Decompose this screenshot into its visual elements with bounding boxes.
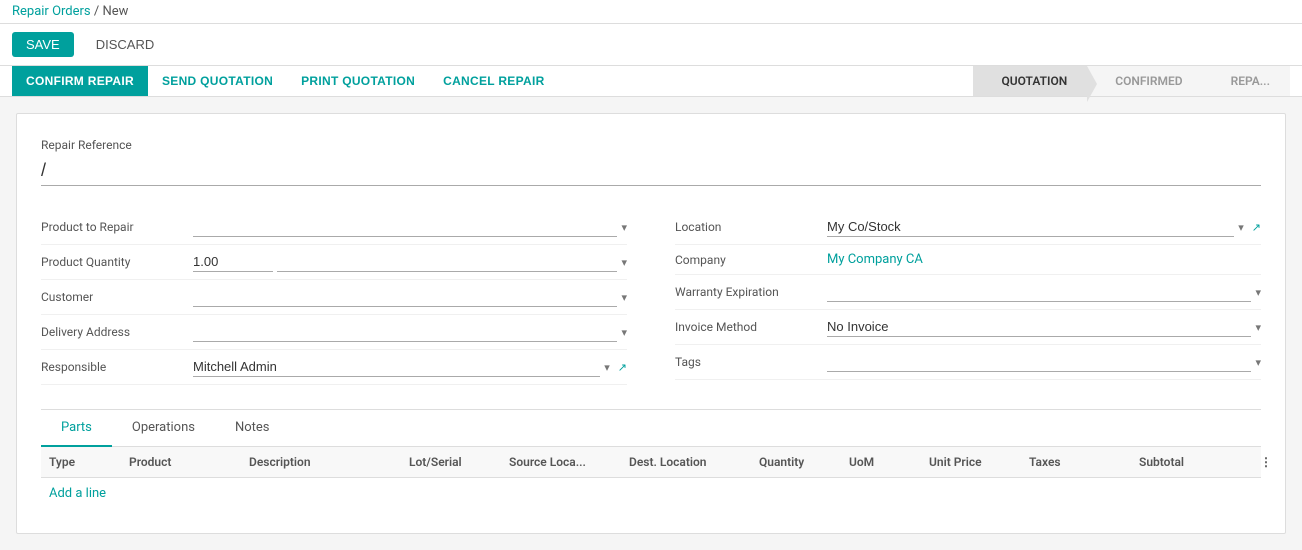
status-step-repair: REPA...: [1203, 66, 1290, 96]
product-quantity-group: Product Quantity ▾: [41, 245, 627, 280]
responsible-external-link-icon[interactable]: ↗: [618, 361, 627, 374]
responsible-group: Responsible ▾ ↗: [41, 350, 627, 385]
product-to-repair-chevron-icon[interactable]: ▾: [621, 221, 627, 234]
customer-group: Customer ▾: [41, 280, 627, 315]
invoice-method-label: Invoice Method: [675, 320, 815, 334]
company-value: My Company CA: [827, 252, 1261, 267]
col-source-loca: Source Loca...: [501, 455, 621, 469]
warranty-expiration-input[interactable]: [827, 282, 1251, 302]
location-chevron-icon[interactable]: ▾: [1238, 221, 1244, 234]
tabs-header: Parts Operations Notes: [41, 410, 1261, 447]
location-value: ▾ ↗: [827, 217, 1261, 237]
invoice-method-chevron-icon[interactable]: ▾: [1255, 321, 1261, 334]
responsible-input[interactable]: [193, 357, 600, 377]
right-fields: Location ▾ ↗ Company My Company CA Warra…: [675, 210, 1261, 385]
toolbar-actions: CONFIRM REPAIR SEND QUOTATION PRINT QUOT…: [12, 66, 559, 96]
company-label: Company: [675, 253, 815, 267]
delivery-address-label: Delivery Address: [41, 325, 181, 339]
responsible-chevron-icon[interactable]: ▾: [604, 361, 610, 374]
product-quantity-chevron-icon[interactable]: ▾: [621, 256, 627, 269]
product-quantity-label: Product Quantity: [41, 255, 181, 269]
col-description: Description: [241, 455, 401, 469]
repair-reference-label: Repair Reference: [41, 138, 1261, 152]
tags-chevron-icon[interactable]: ▾: [1255, 356, 1261, 369]
invoice-method-input[interactable]: [827, 317, 1251, 337]
breadcrumb: Repair Orders / New: [12, 4, 128, 19]
tab-operations[interactable]: Operations: [112, 410, 215, 447]
tags-label: Tags: [675, 355, 815, 369]
tags-input[interactable]: [827, 352, 1251, 372]
tags-value: ▾: [827, 352, 1261, 372]
toolbar: CONFIRM REPAIR SEND QUOTATION PRINT QUOT…: [0, 66, 1302, 97]
location-external-link-icon[interactable]: ↗: [1252, 221, 1261, 234]
tags-group: Tags ▾: [675, 345, 1261, 380]
repair-reference-input[interactable]: [41, 156, 1261, 186]
col-type: Type: [41, 455, 121, 469]
breadcrumb-parent[interactable]: Repair Orders: [12, 4, 91, 19]
product-quantity-input[interactable]: [193, 252, 273, 272]
customer-label: Customer: [41, 290, 181, 304]
location-group: Location ▾ ↗: [675, 210, 1261, 245]
product-quantity-value: ▾: [193, 252, 627, 272]
col-lot-serial: Lot/Serial: [401, 455, 501, 469]
responsible-label: Responsible: [41, 360, 181, 374]
product-to-repair-value: ▾: [193, 217, 627, 237]
col-product: Product: [121, 455, 241, 469]
table-container: Type Product Description Lot/Serial Sour…: [41, 447, 1261, 509]
col-unit-price: Unit Price: [921, 455, 1021, 469]
table-header: Type Product Description Lot/Serial Sour…: [41, 447, 1261, 478]
delivery-address-chevron-icon[interactable]: ▾: [621, 326, 627, 339]
left-fields: Product to Repair ▾ Product Quantity ▾ C…: [41, 210, 627, 385]
form-container: Repair Reference Product to Repair ▾ Pro…: [16, 113, 1286, 534]
col-taxes: Taxes: [1021, 455, 1131, 469]
status-step-quotation: QUOTATION: [973, 66, 1087, 96]
responsible-value: ▾ ↗: [193, 357, 627, 377]
location-label: Location: [675, 220, 815, 234]
col-quantity: Quantity: [751, 455, 841, 469]
invoice-method-value: ▾: [827, 317, 1261, 337]
warranty-expiration-group: Warranty Expiration ▾: [675, 275, 1261, 310]
status-step-confirmed: CONFIRMED: [1087, 66, 1202, 96]
cancel-repair-button[interactable]: CANCEL REPAIR: [429, 66, 558, 96]
form-grid: Product to Repair ▾ Product Quantity ▾ C…: [41, 210, 1261, 385]
repair-reference-section: Repair Reference: [41, 138, 1261, 186]
delivery-address-input[interactable]: [193, 322, 617, 342]
col-options[interactable]: ⋮: [1251, 455, 1281, 469]
customer-input[interactable]: [193, 287, 617, 307]
customer-chevron-icon[interactable]: ▾: [621, 291, 627, 304]
company-group: Company My Company CA: [675, 245, 1261, 275]
breadcrumb-current: New: [102, 4, 128, 19]
product-quantity-unit-input[interactable]: [277, 252, 617, 272]
invoice-method-group: Invoice Method ▾: [675, 310, 1261, 345]
action-bar: SAVE DISCARD: [0, 24, 1302, 66]
col-dest-location: Dest. Location: [621, 455, 751, 469]
confirm-repair-button[interactable]: CONFIRM REPAIR: [12, 66, 148, 96]
status-bar: QUOTATION CONFIRMED REPA...: [973, 66, 1290, 96]
col-uom: UoM: [841, 455, 921, 469]
tabs-container: Parts Operations Notes Type Product Desc…: [41, 409, 1261, 509]
warranty-expiration-chevron-icon[interactable]: ▾: [1255, 286, 1261, 299]
location-input[interactable]: [827, 217, 1234, 237]
customer-value: ▾: [193, 287, 627, 307]
product-to-repair-input[interactable]: [193, 217, 617, 237]
col-subtotal: Subtotal: [1131, 455, 1251, 469]
warranty-expiration-label: Warranty Expiration: [675, 285, 815, 299]
tab-notes[interactable]: Notes: [215, 410, 290, 447]
discard-button[interactable]: DISCARD: [82, 32, 169, 57]
add-line-button[interactable]: Add a line: [41, 478, 1261, 509]
company-link[interactable]: My Company CA: [827, 252, 923, 267]
warranty-expiration-value: ▾: [827, 282, 1261, 302]
tab-parts[interactable]: Parts: [41, 410, 112, 447]
send-quotation-button[interactable]: SEND QUOTATION: [148, 66, 287, 96]
delivery-address-value: ▾: [193, 322, 627, 342]
breadcrumb-bar: Repair Orders / New: [0, 0, 1302, 24]
product-to-repair-label: Product to Repair: [41, 220, 181, 234]
print-quotation-button[interactable]: PRINT QUOTATION: [287, 66, 429, 96]
product-to-repair-group: Product to Repair ▾: [41, 210, 627, 245]
save-button[interactable]: SAVE: [12, 32, 74, 57]
delivery-address-group: Delivery Address ▾: [41, 315, 627, 350]
